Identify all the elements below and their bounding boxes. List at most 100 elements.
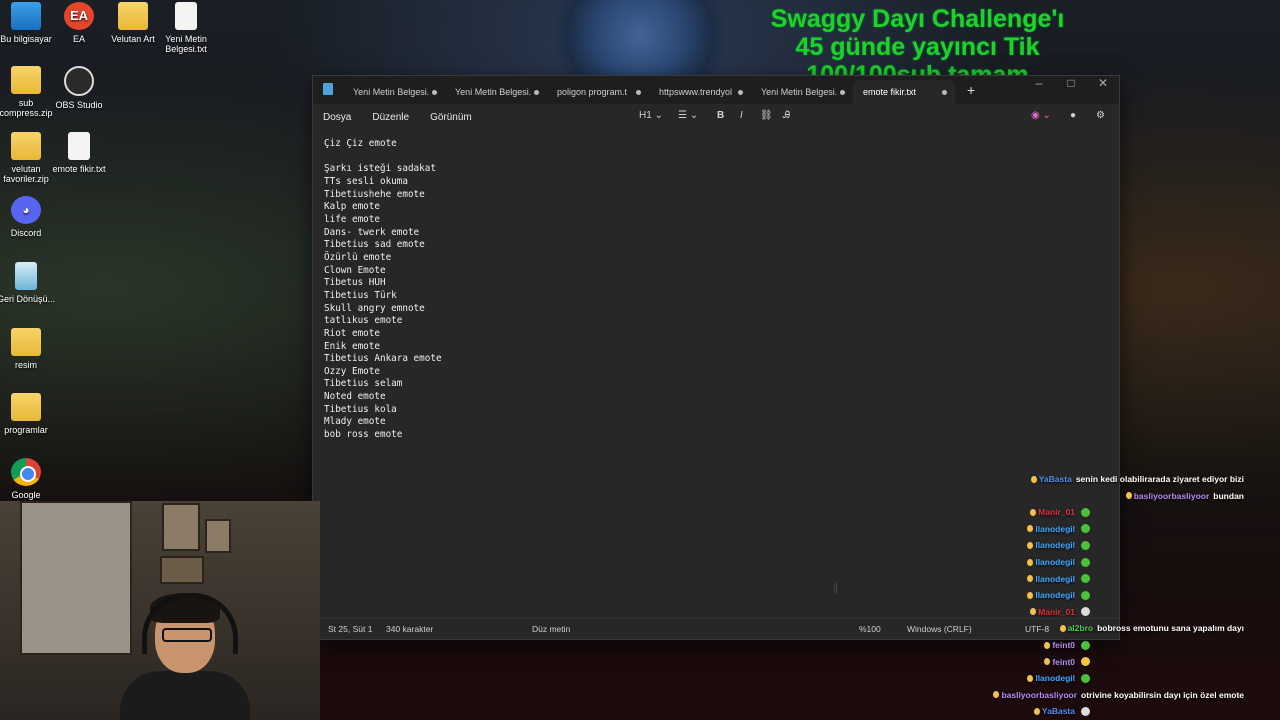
tab-poligon-program[interactable]: poligon program.t: [547, 80, 649, 104]
chat-emote-icon: [1081, 607, 1090, 617]
bold-button[interactable]: B: [717, 110, 724, 121]
chat-message: YaBasta: [1033, 706, 1090, 716]
new-tab-button[interactable]: +: [967, 82, 975, 98]
tab-label: poligon program.t: [557, 87, 628, 97]
text-format[interactable]: Düz metin: [532, 624, 570, 634]
tab-label: emote fikir.txt: [863, 87, 917, 97]
desktop-icon-resim[interactable]: resim: [0, 328, 56, 370]
desktop-icon-label: programlar: [4, 425, 48, 435]
list-dropdown[interactable]: ☰ ⌄: [678, 110, 698, 121]
knight-poster: [20, 501, 132, 655]
stream-chat: YaBasta senin kedi olabilirarada ziyaret …: [950, 470, 1280, 720]
desktop-icon-programlar[interactable]: programlar: [0, 393, 56, 435]
overlay-line: Swaggy Dayı Challenge'ı: [770, 5, 1065, 33]
chat-username[interactable]: feint0: [1052, 640, 1075, 650]
chat-username[interactable]: llanodegil: [1035, 540, 1075, 550]
sub-badge-icon: [1027, 525, 1034, 533]
desktop-icon-emote-fikir[interactable]: emote fikir.txt: [49, 132, 109, 174]
unsaved-dot-icon: [738, 89, 743, 95]
text-file-icon: [68, 132, 90, 160]
zip-folder-icon: [11, 132, 41, 160]
sub-badge-icon: [1030, 608, 1037, 616]
desktop-icon-label: Discord: [10, 228, 42, 238]
close-button[interactable]: ✕: [1087, 76, 1119, 89]
chat-username[interactable]: Manir_01: [1038, 607, 1075, 617]
link-icon[interactable]: ⛓: [760, 110, 773, 121]
tab-yeni-metin-1[interactable]: Yeni Metin Belgesi.: [343, 80, 445, 104]
copilot-icon[interactable]: ◉ ⌄: [1031, 110, 1051, 121]
chat-username[interactable]: feint0: [1052, 657, 1075, 667]
chat-username[interactable]: Manir_01: [1038, 507, 1075, 517]
chat-username[interactable]: basliyoorbasliyoor: [1134, 491, 1210, 501]
settings-gear-icon[interactable]: ⚙: [1096, 110, 1105, 121]
chat-message: llanodegil: [1027, 673, 1090, 683]
editor-line: Tibetius sad emote: [324, 239, 425, 251]
desktop-icon-yeni-metin[interactable]: Yeni Metin Belgesi.txt: [156, 2, 216, 54]
account-icon[interactable]: ●: [1070, 110, 1076, 121]
tab-label: Yeni Metin Belgesi.: [353, 87, 430, 97]
chat-message: basliyoorbasliyoor otrivine koyabilirsin …: [993, 690, 1244, 700]
tab-yeni-metin-3[interactable]: Yeni Metin Belgesi.: [751, 80, 853, 104]
italic-button[interactable]: I: [740, 110, 743, 121]
heading-dropdown[interactable]: H1 ⌄: [639, 110, 663, 121]
tab-yeni-metin-2[interactable]: Yeni Metin Belgesi.: [445, 80, 547, 104]
tab-emote-fikir[interactable]: emote fikir.txt: [853, 80, 955, 104]
computer-icon: [11, 2, 41, 30]
chat-username[interactable]: llanodegil: [1035, 557, 1075, 567]
chat-message: llanodegil: [1027, 557, 1090, 567]
chat-username[interactable]: llanodegil: [1035, 574, 1075, 584]
chat-username[interactable]: basliyoorbasliyoor: [1001, 690, 1077, 700]
chat-username[interactable]: llanodegil: [1035, 524, 1075, 534]
chat-username[interactable]: al2bro: [1068, 623, 1094, 633]
chat-username[interactable]: YaBasta: [1042, 706, 1075, 716]
clear-formatting-icon[interactable]: Ꭿ: [783, 110, 790, 121]
chat-text: senin kedi olabilirarada ziyaret ediyor …: [1075, 474, 1244, 484]
desktop-icon-label: sub compress.zip: [0, 98, 53, 118]
editor-line: Tibetius Ankara emote: [324, 353, 442, 365]
desktop-icon-label: resim: [15, 360, 37, 370]
folder-icon: [11, 393, 41, 421]
chat-emote-icon: [1081, 706, 1090, 716]
menu-edit[interactable]: Düzenle: [372, 112, 409, 123]
unsaved-dot-icon: [636, 89, 641, 95]
maximize-button[interactable]: □: [1055, 76, 1087, 89]
list-icon: ☰: [678, 110, 687, 121]
unsaved-dot-icon: [432, 89, 437, 95]
desktop-icon-sub-compress[interactable]: sub compress.zip: [0, 66, 56, 118]
chat-username[interactable]: YaBasta: [1039, 474, 1072, 484]
desktop-icon-ea[interactable]: EA EA: [49, 2, 109, 44]
folder-icon: [118, 2, 148, 30]
chat-message: llanodegil: [1027, 574, 1090, 584]
desktop-icon-recycle-bin[interactable]: Geri Dönüşü...: [0, 262, 56, 304]
sub-badge-icon: [1030, 508, 1037, 516]
tab-trendyol[interactable]: httpswww.trendyol: [649, 80, 751, 104]
sub-badge-icon: [1125, 492, 1132, 500]
zoom-level[interactable]: %100: [859, 624, 881, 634]
recycle-bin-icon: [15, 262, 37, 290]
chat-username[interactable]: llanodegil: [1035, 673, 1075, 683]
editor-line: Enik emote: [324, 340, 380, 352]
desktop-icon-this-pc[interactable]: Bu bilgisayar: [0, 2, 56, 44]
chat-emote-icon: [1081, 590, 1090, 600]
menu-view[interactable]: Görünüm: [430, 112, 472, 123]
chat-username[interactable]: llanodegil: [1035, 590, 1075, 600]
editor-line: ​: [324, 151, 1119, 164]
editor-line: bob ross emote: [324, 429, 403, 441]
heading-label: H1: [639, 110, 652, 121]
sub-badge-icon: [1027, 558, 1034, 566]
chat-message: llanodegil: [1027, 590, 1090, 600]
chat-text: otrivine koyabilirsin dayı için özel emo…: [1081, 689, 1244, 700]
chevron-down-icon: ⌄: [654, 110, 663, 121]
desktop-icon-label: Yeni Metin Belgesi.txt: [165, 34, 207, 54]
desktop-icon-velutan-favoriler[interactable]: velutan favoriler.zip: [0, 132, 56, 184]
desktop-icon-velutan-art[interactable]: Velutan Art: [103, 2, 163, 44]
chat-emote-icon: [1081, 640, 1090, 650]
desktop-icon-obs[interactable]: OBS Studio: [49, 66, 109, 110]
menu-file[interactable]: Dosya: [323, 112, 351, 123]
desktop-icon-discord[interactable]: ◕ Discord: [0, 196, 56, 238]
menu-bar: Dosya Düzenle Görünüm H1 ⌄ ☰ ⌄ B I ⛓ Ꭿ ◉…: [313, 104, 1119, 130]
minimize-button[interactable]: –: [1023, 76, 1055, 89]
editor-line: Riot emote: [324, 327, 380, 339]
obs-icon: [64, 66, 94, 96]
chevron-down-icon: ⌄: [689, 110, 699, 121]
